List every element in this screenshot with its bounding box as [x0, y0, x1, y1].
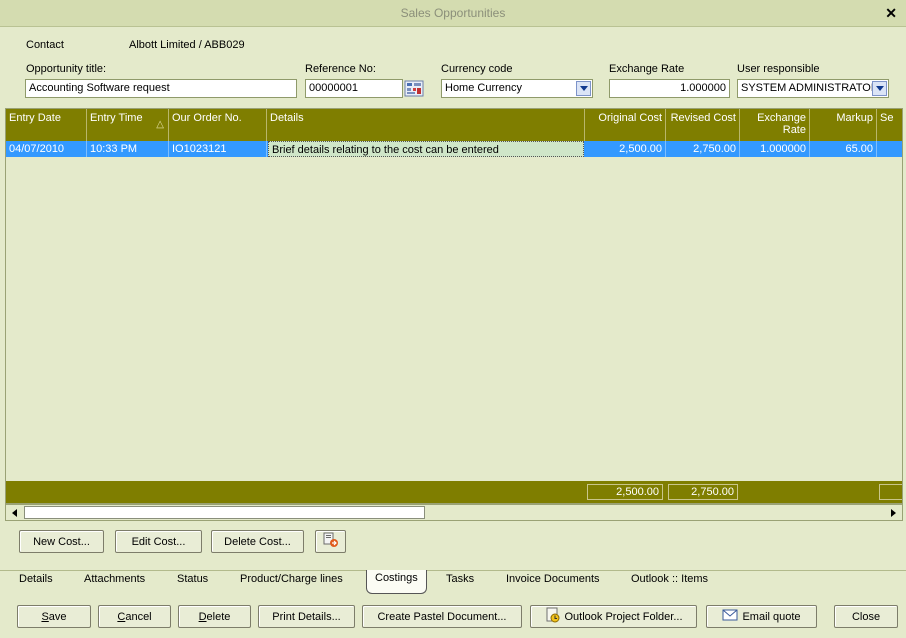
column-header-se[interactable]: Se: [877, 109, 902, 141]
tab-details[interactable]: Details: [19, 573, 53, 585]
print-details-button[interactable]: Print Details...: [258, 605, 355, 628]
scroll-left-icon[interactable]: [7, 505, 22, 520]
tab-invoice-documents[interactable]: Invoice Documents: [506, 573, 600, 585]
scrollbar-thumb[interactable]: [24, 506, 425, 519]
chevron-down-icon[interactable]: [872, 81, 887, 96]
user-responsible-value: SYSTEM ADMINISTRATOI: [741, 82, 874, 94]
currency-select[interactable]: Home Currency: [441, 79, 593, 98]
email-quote-button[interactable]: Email quote: [706, 605, 817, 628]
total-se: [879, 484, 902, 500]
cell-original-cost[interactable]: 2,500.00: [585, 141, 666, 157]
opportunity-title-label: Opportunity title:: [26, 63, 107, 75]
title-bar: Sales Opportunities ✕: [0, 0, 906, 27]
column-header-markup[interactable]: Markup: [810, 109, 877, 141]
edit-cost-button[interactable]: Edit Cost...: [115, 530, 202, 553]
reference-input[interactable]: 00000001: [305, 79, 403, 98]
column-header-entry-date[interactable]: Entry Date: [6, 109, 87, 141]
export-icon: [322, 532, 340, 551]
currency-label: Currency code: [441, 63, 513, 75]
cell-exchange-rate[interactable]: 1.000000: [740, 141, 810, 157]
horizontal-scrollbar[interactable]: [5, 504, 903, 521]
costings-grid[interactable]: Entry Date Entry Time △ Our Order No. De…: [5, 108, 903, 504]
cell-se[interactable]: [877, 141, 902, 157]
cell-details[interactable]: Brief details relating to the cost can b…: [268, 141, 584, 157]
opportunity-title-input[interactable]: Accounting Software request: [25, 79, 297, 98]
outlook-folder-icon: [545, 607, 561, 626]
new-cost-button[interactable]: New Cost...: [19, 530, 104, 553]
close-button[interactable]: Close: [834, 605, 898, 628]
export-button[interactable]: [315, 530, 346, 553]
cell-order-no[interactable]: IO1023121: [169, 141, 267, 157]
contact-label: Contact: [26, 39, 64, 51]
tab-outlook-items[interactable]: Outlook :: Items: [631, 573, 708, 585]
tab-attachments[interactable]: Attachments: [84, 573, 145, 585]
cell-entry-date[interactable]: 04/07/2010: [6, 141, 87, 157]
column-header-revised-cost[interactable]: Revised Cost: [666, 109, 740, 141]
delete-label: elete: [206, 610, 231, 623]
tab-status[interactable]: Status: [177, 573, 208, 585]
tab-product-charge-lines[interactable]: Product/Charge lines: [240, 573, 343, 585]
cancel-button[interactable]: Cancel: [98, 605, 171, 628]
column-header-original-cost[interactable]: Original Cost: [585, 109, 666, 141]
user-responsible-select[interactable]: SYSTEM ADMINISTRATOI: [737, 79, 889, 98]
close-icon[interactable]: ✕: [885, 5, 897, 22]
currency-value: Home Currency: [445, 82, 523, 94]
save-mnemonic: S: [41, 610, 49, 623]
column-header-order-no[interactable]: Our Order No.: [169, 109, 267, 141]
delete-mnemonic: D: [198, 610, 207, 623]
envelope-icon: [722, 608, 738, 625]
window-title: Sales Opportunities: [400, 6, 506, 20]
tab-strip: Details Attachments Status Product/Charg…: [0, 570, 906, 594]
create-pastel-document-button[interactable]: Create Pastel Document...: [362, 605, 522, 628]
cell-entry-time[interactable]: 10:33 PM: [87, 141, 169, 157]
contact-value: Albott Limited / ABB029: [129, 39, 245, 51]
sort-ascending-icon: △: [156, 119, 164, 130]
totals-row: 2,500.00 2,750.00: [6, 481, 902, 503]
column-header-exchange-rate[interactable]: Exchange Rate: [740, 109, 810, 141]
column-header-details[interactable]: Details: [267, 109, 585, 141]
cell-markup[interactable]: 65.00: [810, 141, 877, 157]
delete-button[interactable]: Delete: [178, 605, 251, 628]
table-row[interactable]: 04/07/2010 10:33 PM IO1023121 Brief deta…: [6, 141, 902, 157]
tab-tasks[interactable]: Tasks: [446, 573, 474, 585]
user-responsible-label: User responsible: [737, 63, 820, 75]
scroll-right-icon[interactable]: [886, 505, 901, 520]
reference-label: Reference No:: [305, 63, 376, 75]
save-label: ave: [48, 610, 67, 623]
exchange-rate-label: Exchange Rate: [609, 63, 685, 75]
tab-costings[interactable]: Costings: [366, 570, 427, 594]
cancel-label: ancel: [125, 610, 152, 623]
total-original-cost: 2,500.00: [587, 484, 663, 500]
email-quote-label: Email quote: [742, 610, 801, 623]
exchange-rate-input[interactable]: 1.000000: [609, 79, 730, 98]
save-button[interactable]: Save: [17, 605, 91, 628]
column-header-entry-time[interactable]: Entry Time △: [87, 109, 169, 141]
delete-cost-button[interactable]: Delete Cost...: [211, 530, 304, 553]
cell-revised-cost[interactable]: 2,750.00: [666, 141, 740, 157]
total-revised-cost: 2,750.00: [668, 484, 738, 500]
calculator-icon[interactable]: [404, 80, 424, 97]
grid-header: Entry Date Entry Time △ Our Order No. De…: [6, 109, 902, 141]
outlook-project-folder-label: Outlook Project Folder...: [564, 610, 683, 623]
chevron-down-icon[interactable]: [576, 81, 591, 96]
outlook-project-folder-button[interactable]: Outlook Project Folder...: [530, 605, 697, 628]
column-header-entry-time-label: Entry Time: [90, 112, 143, 124]
